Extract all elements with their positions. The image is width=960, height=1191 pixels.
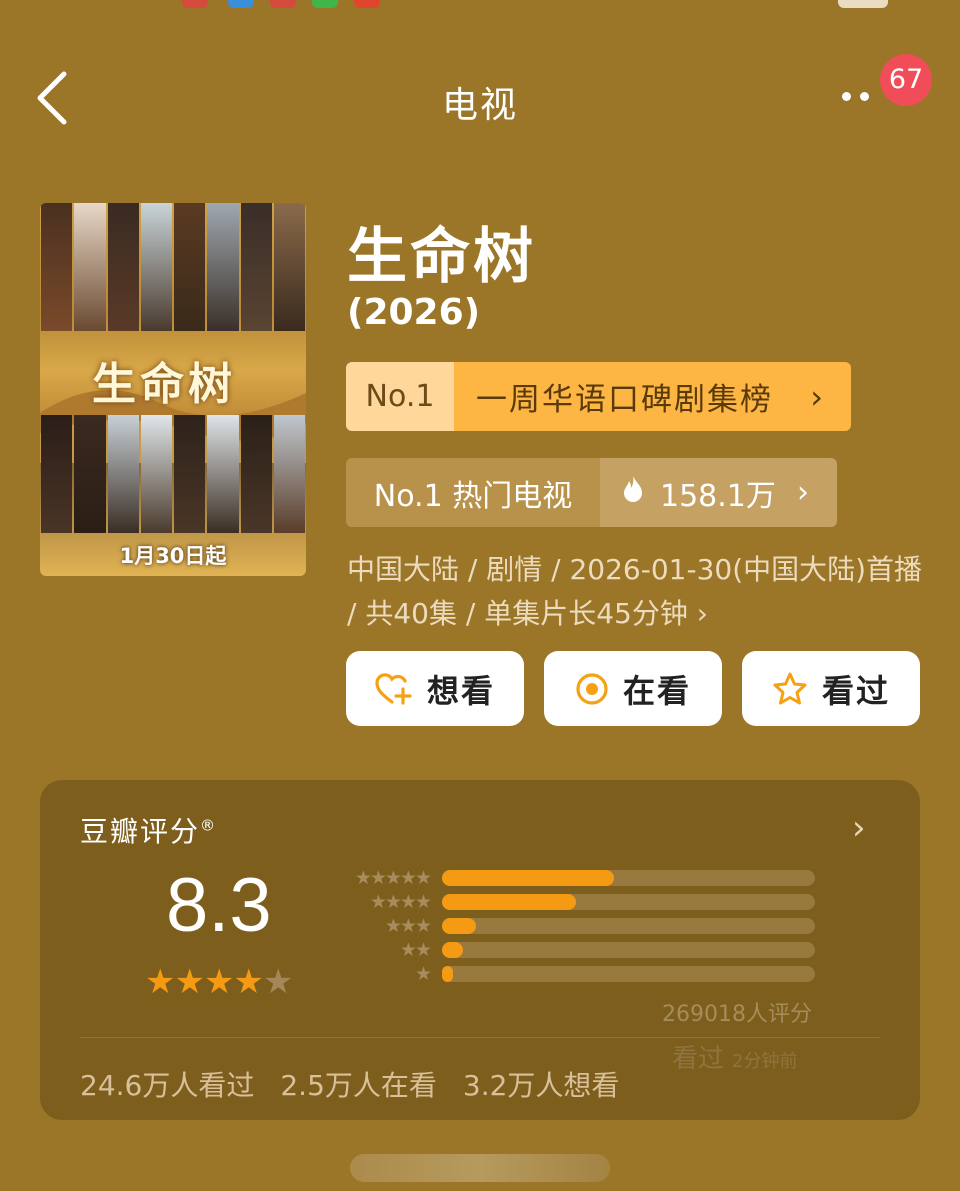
weekly-chart-rank[interactable]: No.1 一周华语口碑剧集榜 › — [346, 362, 851, 431]
star-outline-icon — [772, 672, 808, 706]
distribution-star-label: ★★ — [399, 939, 432, 961]
stat-watched: 24.6万人看过 — [80, 1069, 255, 1102]
more-button[interactable] — [842, 86, 882, 112]
watched-label: 看过 — [821, 671, 890, 710]
hot-tv-rank[interactable]: No.1 热门电视 158.1万 › — [346, 458, 837, 527]
stat-watching: 2.5万人在看 — [280, 1069, 437, 1102]
distribution-row: ★★★★★ — [334, 867, 815, 889]
distribution-row: ★ — [334, 963, 815, 985]
poster-date: 1月30日起 — [119, 544, 227, 568]
distribution-row: ★★ — [334, 939, 815, 961]
watching-label: 在看 — [622, 671, 691, 710]
distribution-star-label: ★ — [414, 963, 432, 985]
flame-icon — [622, 475, 644, 510]
status-bar — [0, 0, 960, 10]
poster-title-art: 生命树 — [92, 359, 236, 410]
rating-count: 269018人评分 — [662, 1002, 812, 1027]
show-title: 生命树 — [347, 222, 536, 292]
poster-image[interactable]: 生命树 1月30日起 — [40, 203, 306, 576]
distribution-track — [442, 942, 815, 958]
watch-stats: 24.6万人看过 2.5万人在看 3.2万人想看 — [80, 1064, 645, 1104]
heart-plus-icon — [375, 672, 413, 706]
distribution-bar — [442, 894, 577, 910]
distribution-bar — [442, 966, 454, 982]
notification-badge[interactable]: 67 — [880, 54, 932, 106]
distribution-track — [442, 870, 815, 886]
stat-want: 3.2万人想看 — [462, 1069, 620, 1102]
watched-button[interactable]: 看过 — [742, 651, 920, 726]
distribution-bar — [442, 942, 463, 958]
want-button[interactable]: 想看 — [346, 651, 524, 726]
star-filled-icon: ★ — [233, 962, 264, 1002]
status-app-icon — [228, 0, 254, 8]
star-filled-icon: ★ — [174, 962, 205, 1002]
distribution-star-label: ★★★★★ — [354, 867, 432, 889]
watching-button[interactable]: 在看 — [544, 651, 722, 726]
distribution-track — [442, 966, 815, 982]
rank-number: No.1 — [346, 362, 454, 431]
distribution-row: ★★★ — [334, 915, 815, 937]
rating-title: 豆瓣评分® — [80, 815, 218, 848]
star-filled-icon: ★ — [203, 962, 235, 1002]
poster-cast-row — [40, 415, 306, 533]
status-app-icon — [312, 0, 338, 8]
distribution-row: ★★★★ — [334, 891, 815, 913]
want-label: 想看 — [426, 671, 495, 710]
chevron-right-icon: › — [797, 475, 809, 510]
distribution-track — [442, 918, 815, 934]
show-meta-info[interactable]: 中国大陆 / 剧情 / 2026-01-30(中国大陆)首播 / 共40集 / … — [347, 548, 927, 636]
distribution-star-label: ★★★★ — [369, 891, 432, 913]
rating-score: 8.3 — [166, 863, 272, 948]
more-dots-icon — [860, 92, 869, 101]
status-app-icon — [182, 0, 208, 8]
recent-activity-toast: 看过 2分钟前 — [672, 1044, 798, 1074]
chevron-right-icon[interactable]: › — [852, 808, 866, 848]
hot-value: 158.1万 — [660, 478, 776, 514]
distribution-star-label: ★★★ — [384, 915, 432, 937]
hot-rank-label: No.1 热门电视 — [346, 458, 600, 527]
status-app-icon — [354, 0, 380, 8]
bottom-indicator — [350, 1154, 610, 1182]
rank-label: 一周华语口碑剧集榜 — [476, 382, 773, 418]
status-app-icon — [270, 0, 296, 8]
poster-cast-row — [40, 203, 306, 331]
star-empty-icon: ★ — [262, 962, 294, 1002]
more-dots-icon — [842, 92, 851, 101]
page-title: 电视 — [441, 85, 518, 126]
target-icon — [575, 672, 609, 706]
distribution-bar — [442, 918, 476, 934]
rating-stars: ★★★★★ — [145, 962, 294, 1002]
distribution-track — [442, 894, 815, 910]
chevron-right-icon: › — [810, 377, 825, 416]
star-filled-icon: ★ — [145, 962, 176, 1002]
battery-icon — [838, 0, 888, 8]
show-year: (2026) — [347, 292, 481, 333]
distribution-bar — [442, 870, 614, 886]
